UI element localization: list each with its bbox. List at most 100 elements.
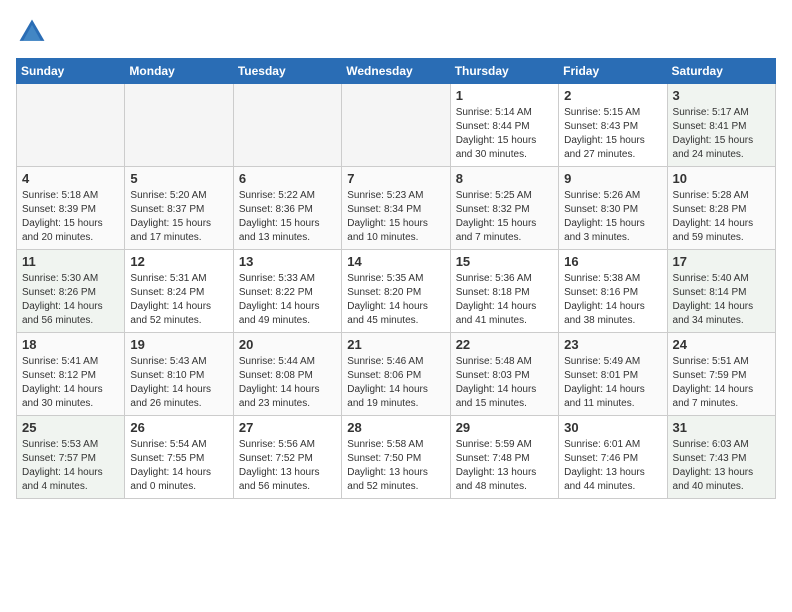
day-info: Sunrise: 5:40 AM Sunset: 8:14 PM Dayligh… — [673, 272, 770, 328]
day-number: 12 — [130, 254, 227, 269]
page-header — [16, 16, 776, 48]
day-cell: 5 Sunrise: 5:20 AM Sunset: 8:37 PM Daylig… — [125, 167, 233, 250]
day-cell: 30 Sunrise: 6:01 AM Sunset: 7:46 PM Dayli… — [559, 416, 667, 499]
day-info: Sunrise: 5:56 AM Sunset: 7:52 PM Dayligh… — [239, 438, 336, 494]
day-cell: 4 Sunrise: 5:18 AM Sunset: 8:39 PM Daylig… — [17, 167, 125, 250]
day-number: 27 — [239, 420, 336, 435]
day-info: Sunrise: 5:53 AM Sunset: 7:57 PM Dayligh… — [22, 438, 119, 494]
day-cell: 6Sunrise: 5:22 AM Sunset: 8:36 PM Daylig… — [233, 167, 341, 250]
header-cell-monday: Monday — [125, 59, 233, 84]
logo-icon — [16, 16, 48, 48]
day-cell: 17 Sunrise: 5:40 AM Sunset: 8:14 PM Dayli… — [667, 250, 775, 333]
calendar-table: SundayMondayTuesdayWednesdayThursdayFrid… — [16, 58, 776, 499]
day-cell — [233, 84, 341, 167]
day-info: Sunrise: 5:41 AM Sunset: 8:12 PM Dayligh… — [22, 355, 119, 411]
header-cell-saturday: Saturday — [667, 59, 775, 84]
day-number: 22 — [456, 337, 553, 352]
day-number: 19 — [130, 337, 227, 352]
day-info: Sunrise: 5:33 AM Sunset: 8:22 PM Dayligh… — [239, 272, 336, 328]
day-number: 4 — [22, 171, 119, 186]
day-cell: 2 Sunrise: 5:15 AM Sunset: 8:43 PM Daylig… — [559, 84, 667, 167]
day-number: 23 — [564, 337, 661, 352]
day-number: 15 — [456, 254, 553, 269]
day-number: 17 — [673, 254, 770, 269]
day-cell — [125, 84, 233, 167]
week-row-3: 11Sunrise: 5:30 AM Sunset: 8:26 PM Dayli… — [17, 250, 776, 333]
day-info: Sunrise: 5:28 AM Sunset: 8:28 PM Dayligh… — [673, 189, 770, 245]
day-number: 28 — [347, 420, 444, 435]
day-number: 3 — [673, 88, 770, 103]
day-cell: 19Sunrise: 5:43 AM Sunset: 8:10 PM Dayli… — [125, 333, 233, 416]
header-cell-tuesday: Tuesday — [233, 59, 341, 84]
day-info: Sunrise: 5:15 AM Sunset: 8:43 PM Dayligh… — [564, 106, 661, 162]
day-cell: 28 Sunrise: 5:58 AM Sunset: 7:50 PM Dayli… — [342, 416, 450, 499]
day-number: 10 — [673, 171, 770, 186]
day-cell — [342, 84, 450, 167]
day-cell: 15 Sunrise: 5:36 AM Sunset: 8:18 PM Dayli… — [450, 250, 558, 333]
day-info: Sunrise: 5:26 AM Sunset: 8:30 PM Dayligh… — [564, 189, 661, 245]
day-info: Sunrise: 5:59 AM Sunset: 7:48 PM Dayligh… — [456, 438, 553, 494]
day-cell: 14 Sunrise: 5:35 AM Sunset: 8:20 PM Dayli… — [342, 250, 450, 333]
day-number: 26 — [130, 420, 227, 435]
day-info: Sunrise: 5:35 AM Sunset: 8:20 PM Dayligh… — [347, 272, 444, 328]
day-info: Sunrise: 5:23 AM Sunset: 8:34 PM Dayligh… — [347, 189, 444, 245]
day-info: Sunrise: 5:22 AM Sunset: 8:36 PM Dayligh… — [239, 189, 336, 245]
day-number: 14 — [347, 254, 444, 269]
day-number: 30 — [564, 420, 661, 435]
day-info: Sunrise: 5:51 AM Sunset: 7:59 PM Dayligh… — [673, 355, 770, 411]
day-info: Sunrise: 5:48 AM Sunset: 8:03 PM Dayligh… — [456, 355, 553, 411]
day-cell: 22 Sunrise: 5:48 AM Sunset: 8:03 PM Dayli… — [450, 333, 558, 416]
day-cell: 9 Sunrise: 5:26 AM Sunset: 8:30 PM Daylig… — [559, 167, 667, 250]
day-cell: 27 Sunrise: 5:56 AM Sunset: 7:52 PM Dayli… — [233, 416, 341, 499]
day-cell: 23 Sunrise: 5:49 AM Sunset: 8:01 PM Dayli… — [559, 333, 667, 416]
day-cell: 26Sunrise: 5:54 AM Sunset: 7:55 PM Dayli… — [125, 416, 233, 499]
day-number: 18 — [22, 337, 119, 352]
day-info: Sunrise: 5:25 AM Sunset: 8:32 PM Dayligh… — [456, 189, 553, 245]
header-cell-wednesday: Wednesday — [342, 59, 450, 84]
day-cell: 12 Sunrise: 5:31 AM Sunset: 8:24 PM Dayli… — [125, 250, 233, 333]
day-number: 29 — [456, 420, 553, 435]
day-number: 9 — [564, 171, 661, 186]
day-cell: 16Sunrise: 5:38 AM Sunset: 8:16 PM Dayli… — [559, 250, 667, 333]
day-info: Sunrise: 6:03 AM Sunset: 7:43 PM Dayligh… — [673, 438, 770, 494]
day-cell: 20Sunrise: 5:44 AM Sunset: 8:08 PM Dayli… — [233, 333, 341, 416]
header-cell-friday: Friday — [559, 59, 667, 84]
day-cell: 24Sunrise: 5:51 AM Sunset: 7:59 PM Dayli… — [667, 333, 775, 416]
day-cell: 29 Sunrise: 5:59 AM Sunset: 7:48 PM Dayli… — [450, 416, 558, 499]
header-cell-thursday: Thursday — [450, 59, 558, 84]
day-cell: 31 Sunrise: 6:03 AM Sunset: 7:43 PM Dayli… — [667, 416, 775, 499]
day-cell: 11Sunrise: 5:30 AM Sunset: 8:26 PM Dayli… — [17, 250, 125, 333]
day-cell: 8 Sunrise: 5:25 AM Sunset: 8:32 PM Daylig… — [450, 167, 558, 250]
header-row: SundayMondayTuesdayWednesdayThursdayFrid… — [17, 59, 776, 84]
day-number: 25 — [22, 420, 119, 435]
day-number: 1 — [456, 88, 553, 103]
day-cell: 13 Sunrise: 5:33 AM Sunset: 8:22 PM Dayli… — [233, 250, 341, 333]
week-row-2: 4 Sunrise: 5:18 AM Sunset: 8:39 PM Daylig… — [17, 167, 776, 250]
day-cell: 18 Sunrise: 5:41 AM Sunset: 8:12 PM Dayli… — [17, 333, 125, 416]
day-cell: 25 Sunrise: 5:53 AM Sunset: 7:57 PM Dayli… — [17, 416, 125, 499]
day-info: Sunrise: 5:58 AM Sunset: 7:50 PM Dayligh… — [347, 438, 444, 494]
day-info: Sunrise: 5:38 AM Sunset: 8:16 PM Dayligh… — [564, 272, 661, 328]
day-number: 31 — [673, 420, 770, 435]
day-cell: 7 Sunrise: 5:23 AM Sunset: 8:34 PM Daylig… — [342, 167, 450, 250]
day-info: Sunrise: 5:49 AM Sunset: 8:01 PM Dayligh… — [564, 355, 661, 411]
day-info: Sunrise: 6:01 AM Sunset: 7:46 PM Dayligh… — [564, 438, 661, 494]
day-info: Sunrise: 5:36 AM Sunset: 8:18 PM Dayligh… — [456, 272, 553, 328]
day-number: 2 — [564, 88, 661, 103]
week-row-1: 1 Sunrise: 5:14 AM Sunset: 8:44 PM Daylig… — [17, 84, 776, 167]
day-info: Sunrise: 5:31 AM Sunset: 8:24 PM Dayligh… — [130, 272, 227, 328]
day-cell: 1 Sunrise: 5:14 AM Sunset: 8:44 PM Daylig… — [450, 84, 558, 167]
day-info: Sunrise: 5:20 AM Sunset: 8:37 PM Dayligh… — [130, 189, 227, 245]
day-number: 11 — [22, 254, 119, 269]
day-info: Sunrise: 5:14 AM Sunset: 8:44 PM Dayligh… — [456, 106, 553, 162]
day-info: Sunrise: 5:46 AM Sunset: 8:06 PM Dayligh… — [347, 355, 444, 411]
day-info: Sunrise: 5:17 AM Sunset: 8:41 PM Dayligh… — [673, 106, 770, 162]
day-number: 8 — [456, 171, 553, 186]
day-number: 13 — [239, 254, 336, 269]
day-number: 21 — [347, 337, 444, 352]
day-number: 5 — [130, 171, 227, 186]
header-cell-sunday: Sunday — [17, 59, 125, 84]
day-cell: 21 Sunrise: 5:46 AM Sunset: 8:06 PM Dayli… — [342, 333, 450, 416]
day-info: Sunrise: 5:18 AM Sunset: 8:39 PM Dayligh… — [22, 189, 119, 245]
day-number: 7 — [347, 171, 444, 186]
